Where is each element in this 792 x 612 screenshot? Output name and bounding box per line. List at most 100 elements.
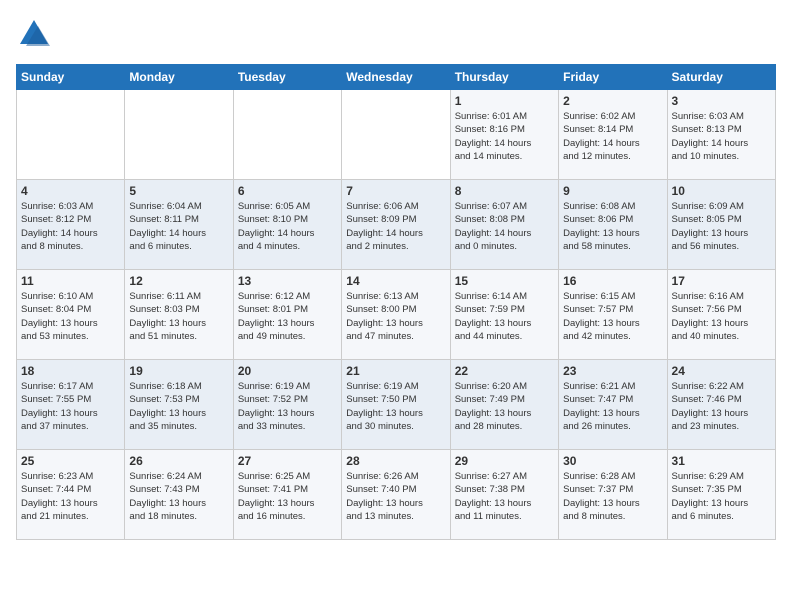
day-number: 29 xyxy=(455,454,554,468)
day-cell: 1 Sunrise: 6:01 AM Sunset: 8:16 PM Daylig… xyxy=(450,90,558,180)
day-number: 17 xyxy=(672,274,771,288)
day-cell: 30Sunrise: 6:28 AM Sunset: 7:37 PM Dayli… xyxy=(559,450,667,540)
day-number: 15 xyxy=(455,274,554,288)
day-detail: Sunrise: 6:04 AM Sunset: 8:11 PM Dayligh… xyxy=(129,200,228,253)
day-detail: Sunrise: 6:18 AM Sunset: 7:53 PM Dayligh… xyxy=(129,380,228,433)
column-header-friday: Friday xyxy=(559,65,667,90)
day-detail: Sunrise: 6:23 AM Sunset: 7:44 PM Dayligh… xyxy=(21,470,120,523)
column-header-monday: Monday xyxy=(125,65,233,90)
day-cell: 6Sunrise: 6:05 AM Sunset: 8:10 PM Daylig… xyxy=(233,180,341,270)
logo xyxy=(16,16,58,52)
day-cell: 17Sunrise: 6:16 AM Sunset: 7:56 PM Dayli… xyxy=(667,270,775,360)
day-cell: 4 Sunrise: 6:03 AM Sunset: 8:12 PM Daylig… xyxy=(17,180,125,270)
day-cell: 29 Sunrise: 6:27 AM Sunset: 7:38 PM Dayli… xyxy=(450,450,558,540)
day-number: 20 xyxy=(238,364,337,378)
day-number: 30 xyxy=(563,454,662,468)
day-cell xyxy=(342,90,450,180)
day-cell: 13Sunrise: 6:12 AM Sunset: 8:01 PM Dayli… xyxy=(233,270,341,360)
day-cell: 14 Sunrise: 6:13 AM Sunset: 8:00 PM Dayli… xyxy=(342,270,450,360)
day-number: 5 xyxy=(129,184,228,198)
day-number: 7 xyxy=(346,184,445,198)
day-cell: 2Sunrise: 6:02 AM Sunset: 8:14 PM Daylig… xyxy=(559,90,667,180)
day-number: 27 xyxy=(238,454,337,468)
logo-icon xyxy=(16,16,52,52)
page-header xyxy=(16,16,776,52)
day-cell: 15 Sunrise: 6:14 AM Sunset: 7:59 PM Dayli… xyxy=(450,270,558,360)
week-row-3: 11 Sunrise: 6:10 AM Sunset: 8:04 PM Dayli… xyxy=(17,270,776,360)
day-number: 24 xyxy=(672,364,771,378)
column-header-thursday: Thursday xyxy=(450,65,558,90)
day-detail: Sunrise: 6:27 AM Sunset: 7:38 PM Dayligh… xyxy=(455,470,554,523)
day-cell xyxy=(233,90,341,180)
day-cell: 24 Sunrise: 6:22 AM Sunset: 7:46 PM Dayli… xyxy=(667,360,775,450)
day-number: 18 xyxy=(21,364,120,378)
day-detail: Sunrise: 6:09 AM Sunset: 8:05 PM Dayligh… xyxy=(672,200,771,253)
day-detail: Sunrise: 6:22 AM Sunset: 7:46 PM Dayligh… xyxy=(672,380,771,433)
day-cell: 31Sunrise: 6:29 AM Sunset: 7:35 PM Dayli… xyxy=(667,450,775,540)
day-cell: 9 Sunrise: 6:08 AM Sunset: 8:06 PM Daylig… xyxy=(559,180,667,270)
day-cell xyxy=(17,90,125,180)
day-number: 28 xyxy=(346,454,445,468)
day-detail: Sunrise: 6:07 AM Sunset: 8:08 PM Dayligh… xyxy=(455,200,554,253)
day-number: 22 xyxy=(455,364,554,378)
day-number: 25 xyxy=(21,454,120,468)
day-cell: 5 Sunrise: 6:04 AM Sunset: 8:11 PM Daylig… xyxy=(125,180,233,270)
header-row: SundayMondayTuesdayWednesdayThursdayFrid… xyxy=(17,65,776,90)
day-number: 3 xyxy=(672,94,771,108)
day-detail: Sunrise: 6:25 AM Sunset: 7:41 PM Dayligh… xyxy=(238,470,337,523)
week-row-2: 4 Sunrise: 6:03 AM Sunset: 8:12 PM Daylig… xyxy=(17,180,776,270)
day-cell: 26 Sunrise: 6:24 AM Sunset: 7:43 PM Dayli… xyxy=(125,450,233,540)
week-row-5: 25 Sunrise: 6:23 AM Sunset: 7:44 PM Dayli… xyxy=(17,450,776,540)
day-number: 21 xyxy=(346,364,445,378)
day-cell: 20Sunrise: 6:19 AM Sunset: 7:52 PM Dayli… xyxy=(233,360,341,450)
day-cell: 12Sunrise: 6:11 AM Sunset: 8:03 PM Dayli… xyxy=(125,270,233,360)
day-detail: Sunrise: 6:01 AM Sunset: 8:16 PM Dayligh… xyxy=(455,110,554,163)
day-detail: Sunrise: 6:10 AM Sunset: 8:04 PM Dayligh… xyxy=(21,290,120,343)
day-number: 11 xyxy=(21,274,120,288)
day-detail: Sunrise: 6:20 AM Sunset: 7:49 PM Dayligh… xyxy=(455,380,554,433)
day-detail: Sunrise: 6:26 AM Sunset: 7:40 PM Dayligh… xyxy=(346,470,445,523)
day-number: 19 xyxy=(129,364,228,378)
week-row-1: 1 Sunrise: 6:01 AM Sunset: 8:16 PM Daylig… xyxy=(17,90,776,180)
day-cell: 19 Sunrise: 6:18 AM Sunset: 7:53 PM Dayli… xyxy=(125,360,233,450)
day-detail: Sunrise: 6:19 AM Sunset: 7:50 PM Dayligh… xyxy=(346,380,445,433)
day-number: 13 xyxy=(238,274,337,288)
day-number: 1 xyxy=(455,94,554,108)
day-number: 26 xyxy=(129,454,228,468)
day-detail: Sunrise: 6:24 AM Sunset: 7:43 PM Dayligh… xyxy=(129,470,228,523)
day-cell: 27 Sunrise: 6:25 AM Sunset: 7:41 PM Dayli… xyxy=(233,450,341,540)
day-number: 23 xyxy=(563,364,662,378)
day-cell: 28 Sunrise: 6:26 AM Sunset: 7:40 PM Dayli… xyxy=(342,450,450,540)
day-detail: Sunrise: 6:15 AM Sunset: 7:57 PM Dayligh… xyxy=(563,290,662,343)
day-detail: Sunrise: 6:08 AM Sunset: 8:06 PM Dayligh… xyxy=(563,200,662,253)
day-detail: Sunrise: 6:03 AM Sunset: 8:12 PM Dayligh… xyxy=(21,200,120,253)
day-number: 14 xyxy=(346,274,445,288)
day-number: 4 xyxy=(21,184,120,198)
day-number: 31 xyxy=(672,454,771,468)
day-cell xyxy=(125,90,233,180)
day-cell: 8Sunrise: 6:07 AM Sunset: 8:08 PM Daylig… xyxy=(450,180,558,270)
day-number: 9 xyxy=(563,184,662,198)
day-number: 10 xyxy=(672,184,771,198)
day-cell: 22 Sunrise: 6:20 AM Sunset: 7:49 PM Dayli… xyxy=(450,360,558,450)
day-number: 2 xyxy=(563,94,662,108)
column-header-wednesday: Wednesday xyxy=(342,65,450,90)
column-header-tuesday: Tuesday xyxy=(233,65,341,90)
day-detail: Sunrise: 6:06 AM Sunset: 8:09 PM Dayligh… xyxy=(346,200,445,253)
day-detail: Sunrise: 6:14 AM Sunset: 7:59 PM Dayligh… xyxy=(455,290,554,343)
day-cell: 7 Sunrise: 6:06 AM Sunset: 8:09 PM Daylig… xyxy=(342,180,450,270)
day-detail: Sunrise: 6:13 AM Sunset: 8:00 PM Dayligh… xyxy=(346,290,445,343)
day-cell: 21 Sunrise: 6:19 AM Sunset: 7:50 PM Dayli… xyxy=(342,360,450,450)
calendar-table: SundayMondayTuesdayWednesdayThursdayFrid… xyxy=(16,64,776,540)
day-detail: Sunrise: 6:17 AM Sunset: 7:55 PM Dayligh… xyxy=(21,380,120,433)
column-header-sunday: Sunday xyxy=(17,65,125,90)
day-detail: Sunrise: 6:21 AM Sunset: 7:47 PM Dayligh… xyxy=(563,380,662,433)
day-cell: 23 Sunrise: 6:21 AM Sunset: 7:47 PM Dayli… xyxy=(559,360,667,450)
day-cell: 10 Sunrise: 6:09 AM Sunset: 8:05 PM Dayli… xyxy=(667,180,775,270)
day-cell: 25 Sunrise: 6:23 AM Sunset: 7:44 PM Dayli… xyxy=(17,450,125,540)
day-detail: Sunrise: 6:03 AM Sunset: 8:13 PM Dayligh… xyxy=(672,110,771,163)
day-detail: Sunrise: 6:05 AM Sunset: 8:10 PM Dayligh… xyxy=(238,200,337,253)
day-cell: 3 Sunrise: 6:03 AM Sunset: 8:13 PM Daylig… xyxy=(667,90,775,180)
day-cell: 18 Sunrise: 6:17 AM Sunset: 7:55 PM Dayli… xyxy=(17,360,125,450)
day-cell: 11 Sunrise: 6:10 AM Sunset: 8:04 PM Dayli… xyxy=(17,270,125,360)
